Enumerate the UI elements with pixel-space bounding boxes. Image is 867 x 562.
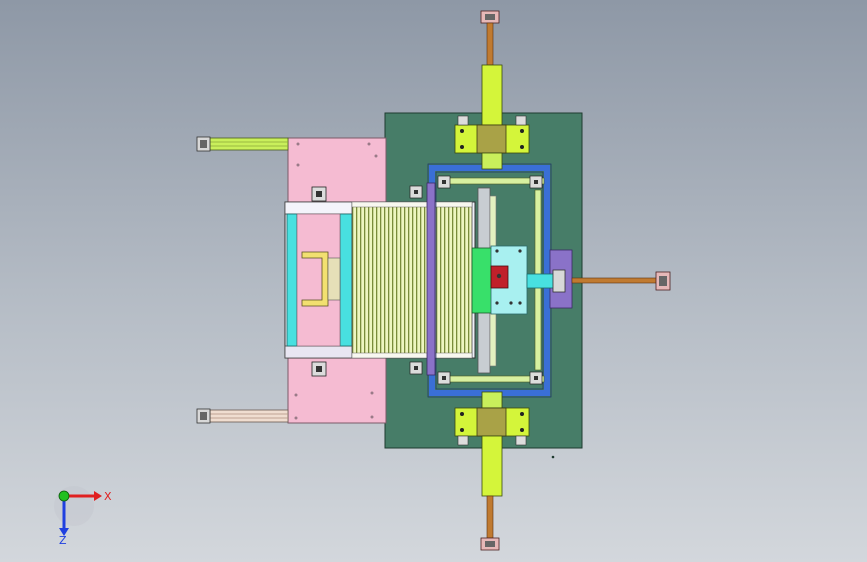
base-plate-holes [551,455,555,459]
upper-left-guide-rail [196,136,289,152]
green-pusher-plate [471,247,493,314]
x-axis-label: X [104,490,112,503]
cyan-connector [526,273,556,289]
cad-assembly-viewport[interactable] [0,0,867,562]
profile-bracket-lower [311,361,327,377]
roller-conveyor [284,201,476,359]
bottom-vertical-cylinder [454,391,530,551]
z-axis-label: Z [59,534,67,547]
lower-left-guide-rail [196,408,289,424]
coordinate-triad: X Z [54,486,112,547]
left-purple-column [426,182,436,376]
right-horizontal-cylinder [571,271,671,291]
profile-bracket-upper [311,186,327,202]
y-axis-arrow [58,490,70,502]
top-vertical-cylinder [454,10,530,170]
